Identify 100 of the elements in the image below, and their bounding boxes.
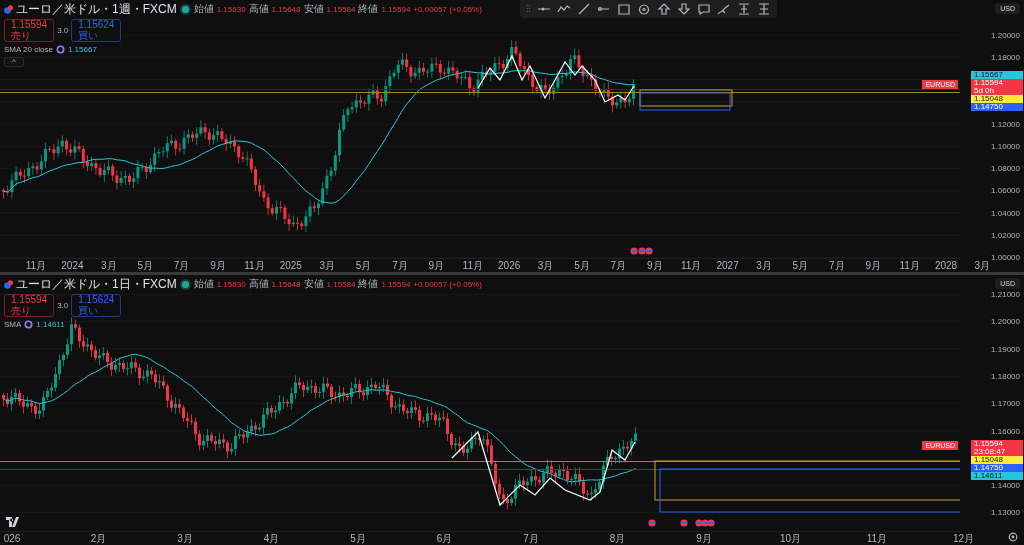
logo-icon[interactable]: [6, 517, 22, 527]
symbol-title: ユーロ／米ドル・1日・FXCM: [16, 277, 177, 291]
axis-date-label: 2027: [716, 259, 739, 272]
axis-date-label: 3月: [756, 259, 772, 272]
indicator-value: 1.15667: [67, 45, 97, 54]
brush-icon[interactable]: [717, 3, 731, 15]
axis-date-label: 7月: [829, 259, 845, 272]
event-icon[interactable]: [680, 519, 688, 527]
ohlc-label: 終値: [358, 277, 379, 291]
axis-date-label: 3月: [537, 259, 554, 272]
axis-date-label: 9月: [696, 532, 712, 545]
currency-flag-icon: [4, 279, 13, 289]
buy-button[interactable]: 1.15624 買い: [71, 19, 122, 42]
ohlc-label: 安値: [303, 277, 324, 291]
trend-line-icon[interactable]: [577, 3, 591, 15]
ohlc-value: 1.15630: [216, 279, 246, 289]
axis-date-label: 12月: [952, 532, 975, 545]
axis-date-label: 5月: [355, 259, 372, 272]
axis-date-label: 2025: [279, 259, 302, 272]
axis-price-label: 1.06000: [991, 185, 1020, 195]
axis-date-label: 7月: [173, 259, 190, 272]
axis-date-label: 5月: [137, 259, 153, 272]
axis-price-label: 1.13000: [991, 507, 1020, 517]
path-icon[interactable]: [557, 3, 571, 15]
indicator-value: 1.14611: [36, 320, 65, 329]
axis-date-label: 8月: [609, 532, 626, 545]
ohlc-value: 1.15648: [271, 4, 301, 14]
axis-date-label: 7月: [610, 259, 627, 272]
spread-value: 3.0: [57, 301, 69, 310]
ohlc-label: 始値: [193, 2, 214, 16]
ohlc-label: 終値: [358, 2, 379, 16]
axis-date-label: 5月: [574, 259, 590, 272]
axis-price-label: 1.04000: [991, 208, 1020, 218]
date-range-icon[interactable]: [737, 3, 751, 15]
arrow-up-icon[interactable]: [657, 3, 671, 15]
axis-price-label: 1.18000: [991, 52, 1020, 62]
price-range-icon[interactable]: [757, 3, 771, 15]
price-change: +0.00057 (+0.05%): [413, 279, 482, 289]
price-label: 1.15048: [971, 95, 1023, 103]
axis-price-label: 1.16000: [991, 426, 1020, 435]
arrow-down-icon[interactable]: [677, 3, 691, 15]
ohlc-value: 1.15648: [271, 279, 301, 289]
axis-date-label: 11月: [899, 259, 920, 272]
axis-price-label: 1.21000: [991, 289, 1020, 299]
axis-date-label: 4月: [263, 532, 280, 545]
price-label: 1.14750: [971, 464, 1023, 472]
axis-price-label: 1.20000: [991, 316, 1020, 326]
axis-date-label: 3月: [319, 259, 335, 272]
event-icon[interactable]: [645, 247, 653, 255]
price-label: 1.15594 5d 0h: [971, 79, 1023, 95]
collapse-button[interactable]: ^: [4, 57, 24, 67]
loading-ring-icon[interactable]: [24, 320, 34, 329]
axis-date-label: 9月: [428, 259, 445, 272]
ohlc-label: 高値: [248, 2, 269, 16]
rectangle-icon[interactable]: [617, 3, 631, 15]
axis-price-label: 1.17000: [991, 398, 1020, 408]
price-label: 1.14611: [971, 472, 1023, 480]
axis-date-label: 2028: [934, 259, 958, 272]
axis-price-label: 1.19000: [991, 344, 1020, 354]
axis-price-label: 1.02000: [991, 230, 1020, 240]
axis-date-label: 2024: [61, 259, 84, 272]
event-icon[interactable]: [648, 519, 656, 527]
sell-button[interactable]: 1.15594 売り: [4, 19, 55, 42]
ohlc-value: 1.15630: [216, 4, 246, 14]
ohlc-value: 1.15594: [381, 279, 411, 289]
axis-price-label: 1.12000: [991, 119, 1020, 129]
axis-date-label: 11月: [25, 259, 47, 272]
loading-ring-icon[interactable]: [55, 45, 65, 54]
ohlc-value: 1.15584: [326, 4, 356, 14]
ohlc-label: 高値: [248, 277, 269, 291]
price-change: +0.00057 (+0.05%): [413, 4, 482, 14]
sell-button[interactable]: 1.15594 売り: [4, 294, 55, 317]
ohlc-label: 安値: [303, 2, 324, 16]
drag-handle-icon: [526, 3, 531, 15]
ohlc-value: 1.15594: [381, 4, 411, 14]
event-icon[interactable]: [695, 519, 703, 527]
event-icon[interactable]: [707, 519, 715, 527]
ohlc-label: 始値: [193, 277, 214, 291]
axis-date-label: 5月: [792, 259, 809, 272]
axis-date-label: 5月: [350, 532, 366, 545]
axis-price-label: 1.08000: [991, 163, 1020, 173]
price-label: 1.15667: [971, 71, 1023, 79]
axis-price-label: 1.18000: [991, 371, 1020, 381]
buy-button[interactable]: 1.15624 買い: [71, 294, 122, 317]
event-icon[interactable]: [638, 247, 646, 255]
ohlc-value: 1.15584: [326, 279, 356, 289]
axis-date-label: 7月: [392, 259, 408, 272]
event-icon[interactable]: [630, 247, 638, 255]
axis-date-label: 9月: [210, 259, 226, 272]
symbol-title: ユーロ／米ドル・1週・FXCM: [16, 2, 177, 16]
event-icon[interactable]: [701, 519, 709, 527]
spread-value: 3.0: [57, 26, 69, 35]
settings-icon[interactable]: [1008, 532, 1018, 542]
axis-date-label: 3月: [974, 260, 991, 272]
axis-date-label: 6月: [436, 532, 453, 545]
speech-bubble-icon[interactable]: [697, 3, 711, 15]
axis-date-label: 026: [3, 532, 21, 545]
axis-date-label: 3月: [101, 259, 117, 272]
axis-price-label: 1.14000: [991, 480, 1020, 490]
indicator-name: SMA 20 close: [4, 45, 53, 54]
